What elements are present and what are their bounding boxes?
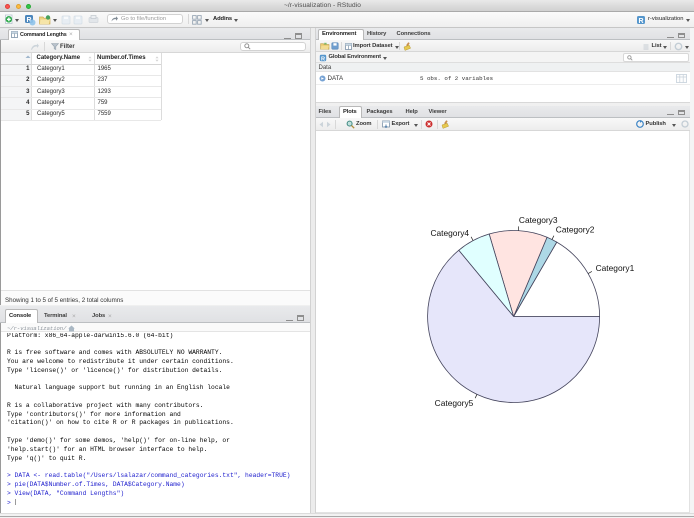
svg-text:Category5: Category5 — [435, 398, 474, 408]
svg-text:Category4: Category4 — [430, 228, 469, 238]
svg-text:Category1: Category1 — [596, 263, 635, 273]
svg-text:Category3: Category3 — [519, 214, 558, 224]
svg-text:R: R — [638, 18, 643, 25]
svg-text:R: R — [320, 56, 324, 62]
svg-text:Category2: Category2 — [556, 224, 595, 234]
